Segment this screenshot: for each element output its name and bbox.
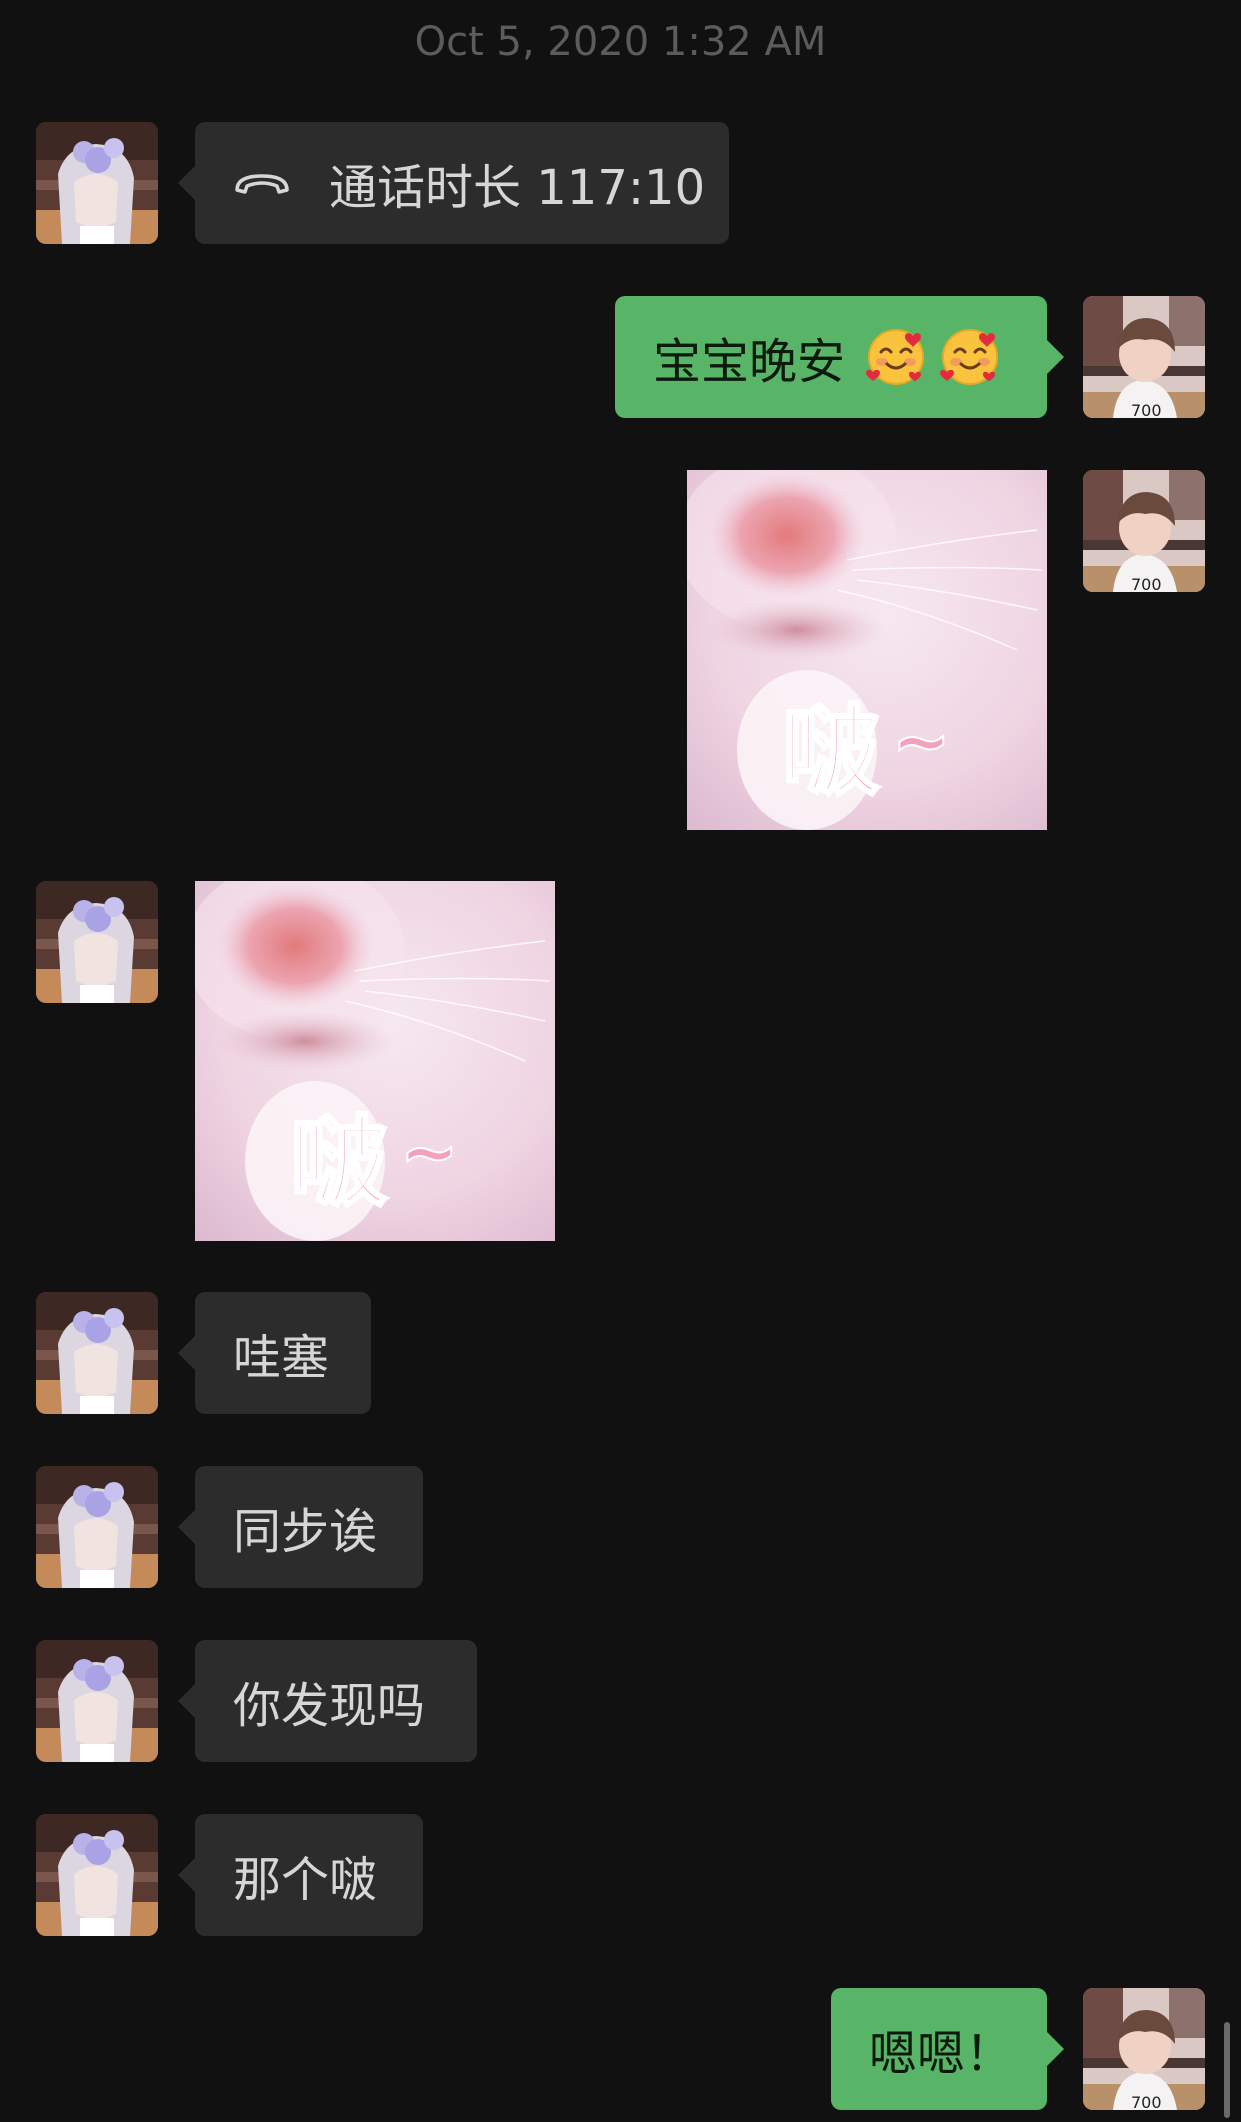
message-text: 那个啵 [233, 1852, 378, 1908]
my-avatar[interactable] [1083, 470, 1205, 592]
contact-avatar-image [36, 1640, 158, 1762]
contact-avatar[interactable] [36, 881, 158, 1003]
contact-avatar[interactable] [36, 122, 158, 244]
call-duration-text: 通话时长 117:10 [329, 160, 706, 216]
contact-avatar-image [36, 881, 158, 1003]
message-text: 你发现吗 [233, 1678, 426, 1734]
my-avatar-image [1083, 470, 1205, 592]
smiling-face-with-hearts-icon [865, 326, 927, 388]
incoming-message-bubble[interactable]: 同步诶 [178, 1466, 423, 1588]
my-avatar-image [1083, 1988, 1205, 2110]
contact-avatar[interactable] [36, 1466, 158, 1588]
incoming-sticker[interactable] [195, 881, 555, 1241]
my-avatar[interactable] [1083, 296, 1205, 418]
smiling-face-with-hearts-icon [939, 326, 1001, 388]
incoming-message-bubble[interactable]: 哇塞 [178, 1292, 371, 1414]
my-avatar-image [1083, 296, 1205, 418]
message-text: 宝宝晚安 [653, 334, 846, 390]
contact-avatar[interactable] [36, 1292, 158, 1414]
contact-avatar-image [36, 122, 158, 244]
contact-avatar-image [36, 1466, 158, 1588]
sticker-image [195, 881, 555, 1241]
contact-avatar-image [36, 1292, 158, 1414]
incoming-message-bubble[interactable]: 你发现吗 [178, 1640, 477, 1762]
message-text: 嗯嗯！ [869, 2026, 1014, 2082]
my-avatar[interactable] [1083, 1988, 1205, 2110]
incoming-message-bubble[interactable]: 那个啵 [178, 1814, 423, 1936]
conversation-timestamp: Oct 5, 2020 1:32 AM [414, 19, 827, 65]
contact-avatar-image [36, 1814, 158, 1936]
scrollbar[interactable] [1224, 2022, 1230, 2118]
message-text: 哇塞 [233, 1330, 330, 1386]
message-text: 同步诶 [233, 1504, 378, 1560]
contact-avatar[interactable] [36, 1640, 158, 1762]
contact-avatar[interactable] [36, 1814, 158, 1936]
outgoing-message-bubble[interactable]: 宝宝晚安 [615, 296, 1064, 418]
phone-hangup-icon [233, 168, 291, 198]
outgoing-message-bubble[interactable]: 嗯嗯！ [831, 1988, 1064, 2110]
sticker-image [687, 470, 1047, 830]
outgoing-sticker[interactable] [687, 470, 1047, 830]
call-record-bubble[interactable]: 通话时长 117:10 [178, 122, 729, 244]
